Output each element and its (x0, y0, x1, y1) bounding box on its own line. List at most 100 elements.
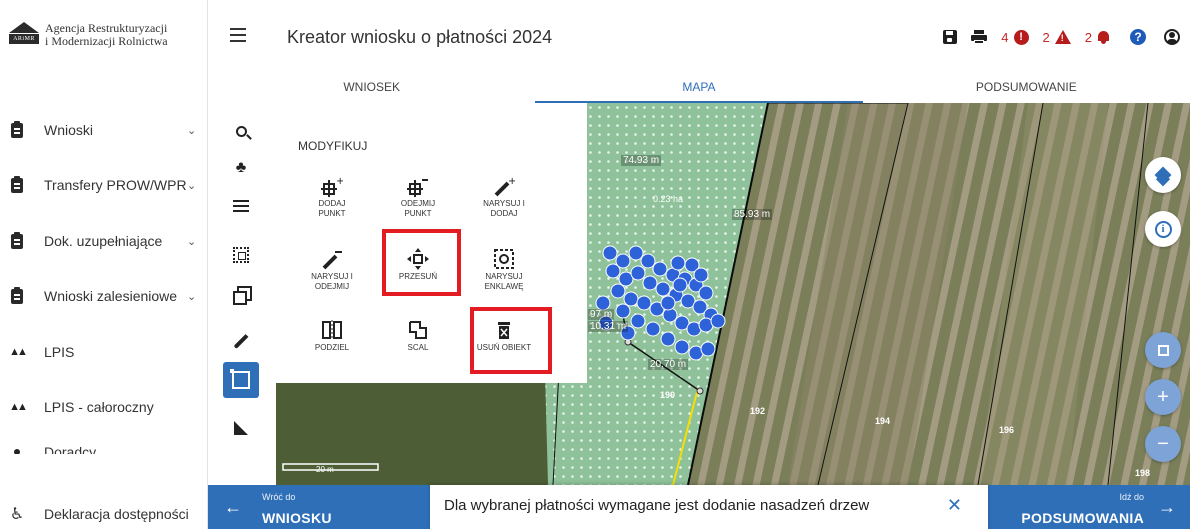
list-icon (233, 197, 249, 215)
info-icon: i (1154, 220, 1172, 238)
tab-wniosek[interactable]: WNIOSEK (208, 76, 535, 103)
split-button[interactable]: PODZIEL (294, 317, 370, 353)
brand-name: Agencja Restrukturyzacji i Modernizacji … (45, 22, 168, 48)
clipboard-icon (9, 286, 25, 304)
help-icon: ? (1130, 29, 1146, 45)
plus-icon: + (1157, 385, 1169, 408)
clipboard-icon (9, 120, 25, 138)
notifications-count: 2 (1084, 29, 1092, 45)
sidebar-item-doradcy[interactable]: Doradcy (0, 434, 208, 454)
sidebar-item-label: Wnioski zalesieniowe (44, 288, 178, 304)
print-icon (971, 30, 988, 44)
top-bar: Kreator wniosku o płatności 2024 4 ! 2 2… (208, 0, 1190, 76)
parcel-number: 196 (999, 425, 1015, 435)
next-target: PODSUMOWANIA (1021, 510, 1144, 526)
edit-shape-icon (230, 369, 250, 389)
sidebar-item-label: Deklaracja dostępności (44, 506, 189, 522)
merge-icon (380, 317, 456, 343)
zoom-in-button[interactable]: + (1145, 379, 1181, 415)
search-tool-button[interactable] (223, 113, 259, 149)
enclave-icon (466, 246, 542, 272)
header-toolbar: 4 ! 2 2 ? (929, 26, 1180, 48)
measure-label: 97 m (588, 309, 615, 320)
draw-and-subtract-button[interactable]: NARYSUJ I ODEJMIJ (294, 246, 370, 292)
copy-tool-button[interactable] (223, 276, 259, 312)
sidebar-item-label: LPIS - całoroczny (44, 399, 154, 415)
map-tool-column: ♣ (208, 103, 276, 485)
tool-label: NARYSUJ I (483, 199, 525, 208)
fullscreen-icon (1157, 344, 1169, 356)
bell-icon (1097, 30, 1110, 44)
warnings-button[interactable]: 2 (1043, 30, 1071, 45)
sidebar-item-label: Doradcy (44, 444, 97, 454)
split-icon (294, 317, 370, 343)
zoom-out-button[interactable]: − (1145, 426, 1181, 462)
chevron-down-icon: ⌄ (187, 290, 197, 303)
close-icon[interactable]: ✕ (947, 495, 962, 516)
layers-icon (1154, 166, 1172, 184)
tool-label: DODAJ (318, 199, 346, 208)
error-icon: ! (1013, 29, 1029, 45)
sidebar-item-label: Transfery PROW/WPR (44, 177, 187, 193)
sidebar-item-wnioski[interactable]: Wnioski ⌄ (0, 110, 208, 150)
svg-text:+: + (336, 176, 343, 187)
tool-label: ENKLAWĘ (484, 282, 524, 291)
draw-and-add-button[interactable]: + NARYSUJ I DODAJ (466, 173, 542, 219)
errors-button[interactable]: 4 ! (1001, 29, 1029, 45)
menu-icon[interactable] (230, 28, 246, 42)
warning-icon (1054, 30, 1071, 44)
parcel-number: 190 (660, 390, 676, 400)
remove-point-button[interactable]: ODEJMIJ PUNKT (380, 173, 456, 219)
mountain-icon: ▲▲ (9, 401, 28, 413)
crop-tool-button[interactable]: ♣ (223, 150, 259, 186)
brand-line-2: i Modernizacji Rolnictwa (45, 34, 168, 48)
sidebar-item-deklaracja-dostepnosci[interactable]: ♿ Deklaracja dostępności (0, 494, 208, 529)
go-to-summary-button[interactable]: Idź do PODSUMOWANIA → (990, 485, 1190, 529)
add-point-button[interactable]: + DODAJ PUNKT (294, 173, 370, 219)
tool-label: PUNKT (404, 209, 432, 218)
print-button[interactable] (971, 30, 988, 44)
modify-tool-button[interactable] (223, 362, 259, 398)
help-button[interactable]: ? (1130, 29, 1146, 45)
draw-tool-button[interactable] (223, 323, 259, 359)
sidebar-item-transfery[interactable]: Transfery PROW/WPR ⌄ (0, 165, 208, 205)
minus-icon: − (1157, 432, 1169, 455)
draw-enclave-button[interactable]: NARYSUJ ENKLAWĘ (466, 246, 542, 292)
parcel-number: 194 (875, 416, 891, 426)
sidebar-item-lpis[interactable]: ▲▲ LPIS (0, 332, 208, 372)
arrow-left-icon: ← (224, 497, 242, 517)
sidebar-item-dok-uzupelniajace[interactable]: Dok. uzupełniające ⌄ (0, 221, 208, 261)
tool-label: ODEJMIJ (400, 199, 436, 208)
tab-podsumowanie[interactable]: PODSUMOWANIE (863, 76, 1190, 103)
layers-button[interactable] (1145, 157, 1181, 193)
select-tool-button[interactable] (223, 237, 259, 273)
notifications-button[interactable]: 2 (1085, 30, 1110, 45)
warnings-count: 2 (1042, 29, 1050, 45)
app-window: ARiMR Agencja Restrukturyzacji i Moderni… (0, 0, 1190, 529)
modify-panel: MODYFIKUJ + DODAJ PUNKT ODEJMIJ PUNKT + … (276, 103, 587, 383)
remove-point-icon (380, 173, 456, 199)
tool-label: PODZIEL (314, 343, 350, 352)
search-icon (235, 125, 247, 137)
clipboard-icon (9, 231, 25, 249)
modify-panel-title: MODYFIKUJ (298, 139, 368, 153)
back-to-application-button[interactable]: ← Wróć do WNIOSKU (208, 485, 428, 529)
measure-tool-button[interactable] (223, 410, 259, 446)
select-area-icon (233, 247, 249, 263)
fullscreen-button[interactable] (1145, 332, 1181, 368)
legend-tool-button[interactable] (223, 188, 259, 224)
merge-button[interactable]: SCAL (380, 317, 456, 353)
sidebar-item-label: LPIS (44, 344, 75, 360)
save-button[interactable] (943, 30, 958, 44)
pencil-icon (233, 333, 249, 349)
back-caption: Wróć do (262, 492, 296, 502)
brand-logo[interactable]: ARiMR Agencja Restrukturyzacji i Moderni… (9, 22, 168, 48)
tab-mapa[interactable]: MAPA (535, 76, 863, 103)
sidebar-item-label: Dok. uzupełniające (44, 233, 163, 249)
sidebar-item-wnioski-zalesieniowe[interactable]: Wnioski zalesieniowe ⌄ (0, 276, 208, 316)
user-button[interactable] (1164, 29, 1180, 45)
chevron-down-icon: ⌄ (187, 124, 197, 137)
sidebar-item-lpis-caloroczny[interactable]: ▲▲ LPIS - całoroczny (0, 387, 208, 427)
tool-label: NARYSUJ (485, 272, 523, 281)
info-button[interactable]: i (1145, 211, 1181, 247)
